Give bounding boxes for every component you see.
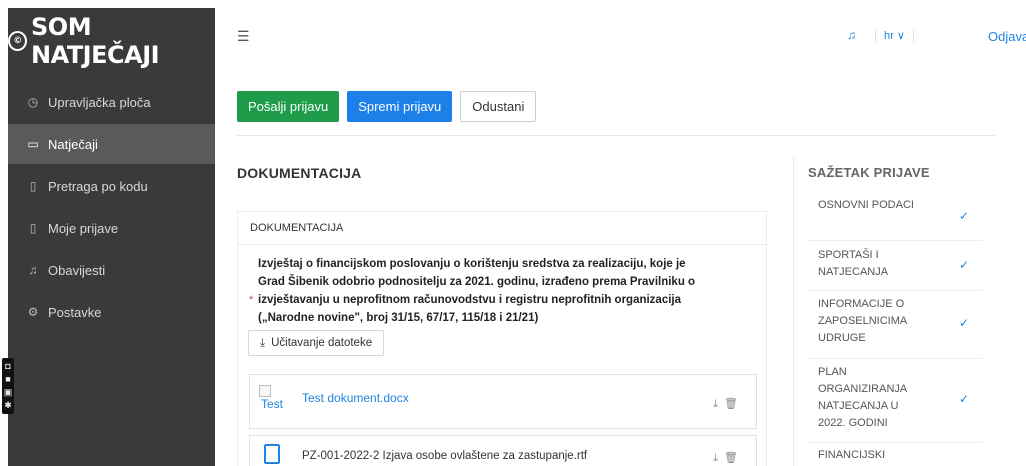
trash-icon[interactable]: 🗑 — [724, 398, 744, 410]
documentation-card: DOKUMENTACIJA * Izvještaj o financijskom… — [237, 211, 767, 466]
summary-item-label: PLAN ORGANIZIRANJA NATJECANJA U 2022. GO… — [818, 366, 907, 429]
sidebar-item-label: Moje prijave — [48, 220, 119, 236]
file-link[interactable]: Test dokument.docx — [302, 391, 409, 405]
sidebar: © SOM NATJEČAJI ◷ Upravljačka ploča ▭ Na… — [2, 8, 215, 466]
sidebar-item-label: Pretraga po kodu — [48, 178, 148, 194]
trash-icon[interactable]: 🗑 — [724, 452, 744, 464]
submit-application-button[interactable]: Pošalji prijavu — [237, 91, 340, 122]
file-name[interactable]: PZ-001-2022-2 Izjava osobe ovlaštene za … — [302, 450, 587, 462]
sidebar-item-tenders[interactable]: ▭ Natječaji — [8, 124, 215, 164]
sidebar-item-dashboard[interactable]: ◷ Upravljačka ploča — [8, 82, 215, 122]
upload-button-label: Učitavanje datoteke — [271, 337, 373, 349]
sidebar-item-notifications[interactable]: ♫ Obavijesti — [8, 250, 215, 290]
document-search-icon: ▯ — [29, 179, 37, 193]
sidebar-item-settings[interactable]: ⚙ Postavke — [8, 292, 215, 332]
folder-icon: ▭ — [27, 137, 39, 151]
floating-toolbar: ◘ ■ ▣ ✱ — [2, 358, 14, 414]
summary-item-label: OSNOVNI PODACI — [818, 199, 914, 211]
upload-icon: ⤓ — [260, 336, 266, 349]
divider — [237, 135, 995, 136]
requirement-text: Izvještaj o financijskom poslovanju o ko… — [258, 258, 696, 324]
notification-bell-icon[interactable]: ♫ — [847, 28, 856, 42]
thumbnail-alt-text: Test — [261, 397, 284, 411]
section-title: DOKUMENTACIJA — [237, 165, 362, 181]
summary-item-basic-data[interactable]: OSNOVNI PODACI ✓ — [808, 193, 983, 241]
required-marker: * — [249, 294, 254, 306]
document-icon: ▯ — [29, 221, 37, 235]
file-icon — [264, 444, 280, 464]
video-icon[interactable]: ■ — [5, 373, 10, 386]
download-icon[interactable]: ⤓ — [713, 398, 724, 410]
logo-text: SOM NATJEČAJI — [31, 13, 160, 69]
check-icon: ✓ — [958, 258, 969, 272]
sidebar-item-label: Obavijesti — [48, 262, 106, 278]
check-icon: ✓ — [958, 209, 969, 223]
menu-toggle-icon[interactable]: ☰ — [237, 28, 250, 45]
summary-item-label: SPORTAŠI I NATJECANJA — [818, 249, 889, 278]
broken-image-icon — [259, 385, 271, 397]
application-summary: SAŽETAK PRIJAVE OSNOVNI PODACI ✓ SPORTAŠ… — [793, 155, 995, 466]
sidebar-item-label: Natječaji — [48, 136, 98, 152]
upload-file-button[interactable]: ⤓ Učitavanje datoteke — [248, 330, 385, 356]
check-icon: ✓ — [958, 392, 969, 406]
document-requirement: * Izvještaj o financijskom poslovanju o … — [238, 245, 766, 327]
save-application-button[interactable]: Spremi prijavu — [347, 91, 453, 122]
camera-icon[interactable]: ◘ — [5, 360, 10, 373]
logo-mark-icon: © — [8, 31, 28, 51]
check-icon: ✓ — [958, 316, 969, 330]
summary-item-label: INFORMACIJE O ZAPOSELNICIMA UDRUGE — [818, 298, 907, 344]
image-icon[interactable]: ▣ — [4, 386, 13, 399]
sidebar-item-label: Postavke — [48, 304, 102, 320]
summary-item-athletes[interactable]: SPORTAŠI I NATJECANJA ✓ — [808, 241, 983, 291]
summary-item-employees[interactable]: INFORMACIJE O ZAPOSELNICIMA UDRUGE ✓ — [808, 291, 983, 359]
sidebar-item-my-applications[interactable]: ▯ Moje prijave — [8, 208, 215, 248]
card-title: DOKUMENTACIJA — [238, 212, 766, 245]
top-bar: ☰ ♫ hr ∨ Odjava — [215, 8, 1026, 68]
summary-title: SAŽETAK PRIJAVE — [808, 165, 930, 180]
dashboard-icon: ◷ — [27, 95, 39, 109]
summary-item-label: FINANCIJSKI — [818, 449, 886, 461]
summary-item-financial[interactable]: FINANCIJSKI — [808, 443, 983, 466]
file-row-actions: ⤓🗑 — [713, 397, 744, 411]
logout-link[interactable]: Odjava — [988, 29, 1026, 44]
summary-item-competition-plan[interactable]: PLAN ORGANIZIRANJA NATJECANJA U 2022. GO… — [808, 359, 983, 443]
bell-icon: ♫ — [28, 263, 38, 277]
app-logo[interactable]: © SOM NATJEČAJI — [8, 8, 215, 74]
file-row: PZ-001-2022-2 Izjava osobe ovlaštene za … — [249, 435, 757, 466]
file-row: Test Test dokument.docx ⤓🗑 — [249, 374, 757, 429]
sidebar-item-label: Upravljačka ploča — [48, 94, 151, 110]
file-row-actions: ⤓🗑 — [713, 451, 744, 465]
settings-icon: ⚙ — [27, 305, 39, 319]
form-actions: Pošalji prijavu Spremi prijavu Odustani — [237, 91, 537, 122]
cancel-button[interactable]: Odustani — [460, 91, 537, 122]
download-icon[interactable]: ⤓ — [713, 452, 724, 464]
language-selector[interactable]: hr ∨ — [875, 29, 914, 42]
gear-icon[interactable]: ✱ — [4, 399, 12, 412]
sidebar-item-search-by-code[interactable]: ▯ Pretraga po kodu — [8, 166, 215, 206]
